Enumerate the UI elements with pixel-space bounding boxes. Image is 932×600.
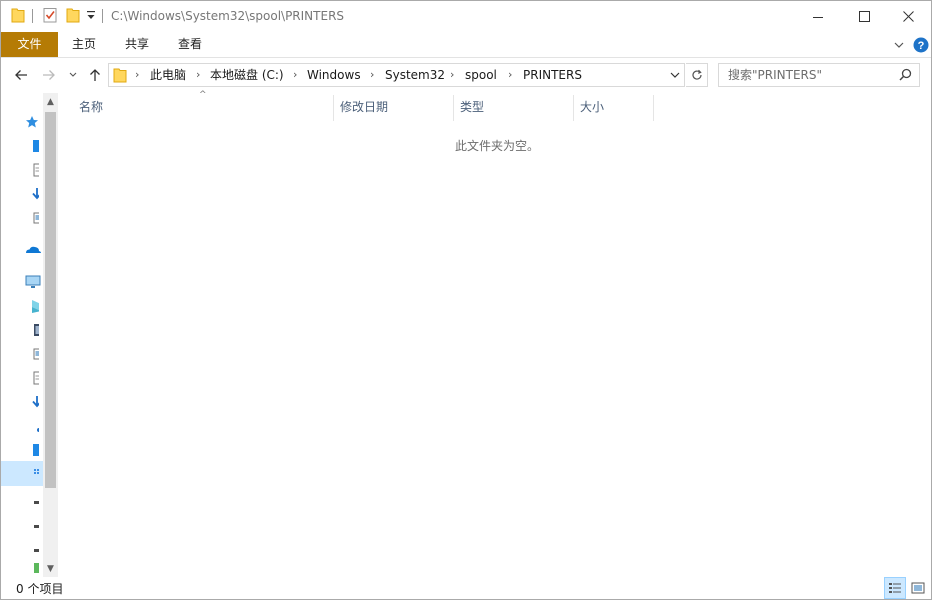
close-icon — [902, 11, 914, 22]
window-title: C:\Windows\System32\spool\PRINTERS — [111, 9, 345, 23]
svg-text:?: ? — [918, 40, 925, 52]
title-separator — [102, 9, 103, 23]
tab-share[interactable]: 共享 — [110, 32, 164, 57]
desktop-icon[interactable] — [25, 137, 43, 155]
empty-folder-message: 此文件夹为空。 — [455, 139, 540, 153]
details-view-button[interactable] — [884, 577, 906, 599]
onedrive-icon[interactable] — [25, 241, 43, 259]
address-bar[interactable]: › 此电脑 › 本地磁盘 (C:) › Windows › System32 ›… — [108, 63, 685, 87]
breadcrumb-spool[interactable]: spool — [465, 64, 497, 86]
large-icons-view-button[interactable] — [907, 577, 929, 599]
item-count: 0 个项目 — [16, 582, 64, 596]
breadcrumb-separator: › — [293, 68, 298, 81]
search-icon[interactable] — [899, 68, 912, 84]
breadcrumb-local-disk[interactable]: 本地磁盘 (C:) — [210, 64, 284, 86]
folder-icon — [11, 7, 25, 26]
breadcrumb-windows[interactable]: Windows — [307, 64, 361, 86]
refresh-icon — [691, 69, 702, 80]
quick-access-star-icon[interactable] — [25, 113, 43, 131]
forward-button[interactable] — [39, 64, 59, 86]
column-divider[interactable] — [573, 95, 574, 121]
back-arrow-icon — [15, 70, 27, 80]
scrollbar-thumb[interactable] — [45, 112, 56, 488]
documents-icon[interactable] — [25, 369, 43, 387]
desktop-icon[interactable] — [25, 441, 43, 459]
ribbon-tabs: 文件 主页 共享 查看 ? — [1, 32, 931, 58]
breadcrumb-separator: › — [135, 68, 140, 81]
explorer-window: C:\Windows\System32\spool\PRINTERS 文件 主页… — [0, 0, 932, 600]
title-bar: C:\Windows\System32\spool\PRINTERS — [1, 1, 931, 32]
column-divider[interactable] — [333, 95, 334, 121]
chevron-down-icon — [670, 72, 680, 78]
back-button[interactable] — [11, 64, 31, 86]
scroll-up-icon[interactable]: ▲ — [43, 93, 58, 110]
this-pc-icon[interactable] — [25, 273, 43, 291]
new-folder-icon[interactable] — [66, 7, 80, 26]
maximize-button[interactable] — [841, 1, 887, 32]
drive-icon[interactable] — [25, 541, 43, 559]
search-placeholder: 搜索"PRINTERS" — [728, 68, 822, 82]
expand-ribbon-button[interactable] — [889, 32, 909, 57]
breadcrumb-printers[interactable]: PRINTERS — [523, 64, 582, 86]
downloads-icon[interactable] — [25, 393, 43, 411]
breadcrumb-separator: › — [450, 68, 455, 81]
column-size[interactable]: 大小 — [576, 93, 653, 121]
folder-icon — [113, 67, 127, 86]
status-bar: 0 个项目 — [1, 577, 931, 599]
tab-file[interactable]: 文件 — [1, 32, 58, 57]
refresh-button[interactable] — [686, 63, 708, 87]
navigation-bar: › 此电脑 › 本地磁盘 (C:) › Windows › System32 ›… — [1, 59, 931, 93]
breadcrumb-separator: › — [196, 68, 201, 81]
pictures-icon[interactable] — [25, 209, 43, 227]
nav-pane-scrollbar[interactable]: ▲ ▼ — [43, 93, 58, 577]
tab-view[interactable]: 查看 — [164, 32, 216, 57]
3d-objects-icon[interactable] — [25, 297, 43, 315]
column-divider[interactable] — [653, 95, 654, 121]
minimize-icon — [813, 16, 823, 18]
breadcrumb-separator: › — [370, 68, 375, 81]
navigation-pane: ▲ ▼ — [1, 93, 59, 577]
column-date-modified[interactable]: 修改日期 — [336, 93, 453, 121]
breadcrumb-system32[interactable]: System32 — [385, 64, 445, 86]
expand-ribbon-icon — [894, 42, 904, 48]
downloads-icon[interactable] — [25, 185, 43, 203]
breadcrumb-separator: › — [508, 68, 513, 81]
up-button[interactable] — [85, 64, 105, 86]
column-divider[interactable] — [453, 95, 454, 121]
pictures-icon[interactable] — [25, 345, 43, 363]
videos-icon[interactable] — [25, 321, 43, 339]
minimize-button[interactable] — [795, 1, 841, 32]
column-type[interactable]: 类型 — [456, 93, 573, 121]
recent-locations-button[interactable] — [65, 64, 81, 86]
large-icons-view-icon — [911, 582, 925, 594]
help-button[interactable]: ? — [911, 32, 931, 57]
customize-dropdown-icon[interactable] — [86, 10, 96, 25]
documents-icon[interactable] — [25, 161, 43, 179]
maximize-icon — [858, 11, 870, 22]
help-icon: ? — [913, 37, 929, 52]
details-view-icon — [889, 583, 901, 593]
scroll-down-icon[interactable]: ▼ — [43, 560, 58, 577]
tab-home[interactable]: 主页 — [58, 32, 110, 57]
column-name[interactable]: 名称 — [75, 93, 330, 121]
drive-icon[interactable] — [25, 493, 43, 511]
properties-check-icon[interactable] — [43, 7, 57, 26]
search-box[interactable]: 搜索"PRINTERS" — [718, 63, 920, 87]
network-icon[interactable] — [25, 559, 43, 577]
local-disk-icon[interactable] — [25, 465, 43, 483]
drive-icon[interactable] — [25, 517, 43, 535]
close-button[interactable] — [885, 1, 931, 32]
address-history-button[interactable] — [667, 64, 683, 86]
chevron-down-icon — [69, 72, 77, 77]
up-arrow-icon — [90, 69, 100, 81]
quick-access-separator — [32, 9, 33, 23]
forward-arrow-icon — [43, 70, 55, 80]
breadcrumb-this-pc[interactable]: 此电脑 — [150, 64, 186, 86]
music-icon[interactable] — [25, 417, 43, 435]
file-list[interactable]: ^ 名称 修改日期 类型 大小 此文件夹为空。 — [63, 90, 931, 577]
